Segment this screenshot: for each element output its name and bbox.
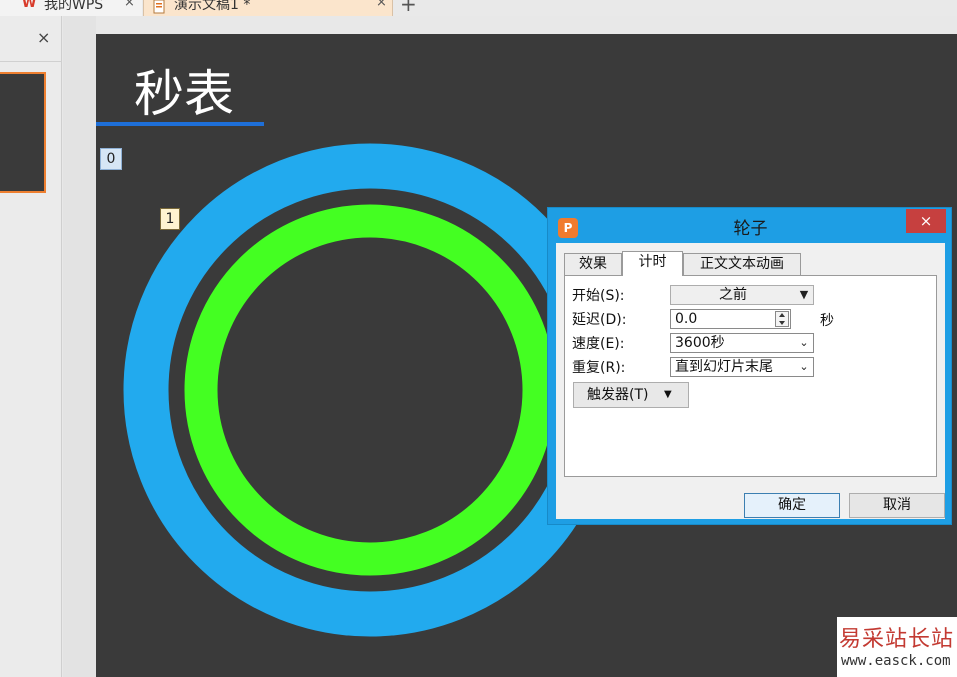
tab-my-wps[interactable]: W 我的WPS × (0, 0, 142, 16)
speed-label: 速度(E): (572, 336, 625, 352)
dialog-close-button[interactable]: × (906, 209, 946, 233)
delay-input[interactable]: 0.0 (670, 309, 791, 329)
start-label: 开始(S): (572, 288, 625, 304)
speed-value: 3600秒 (675, 335, 725, 351)
repeat-label: 重复(R): (572, 360, 626, 376)
chevron-down-icon: ⌄ (799, 336, 809, 349)
animation-order-tag[interactable]: 0 (100, 148, 122, 170)
dropdown-arrow-icon: ▼ (799, 288, 809, 301)
tab-label: 我的WPS (44, 0, 104, 13)
tab-effect[interactable]: 效果 (564, 253, 622, 275)
repeat-select[interactable]: 直到幻灯片末尾 ⌄ (670, 357, 814, 377)
caret-down-icon: ▼ (664, 389, 672, 400)
spinner-arrows-icon[interactable] (775, 311, 789, 327)
close-pane-icon[interactable]: × (37, 28, 50, 47)
start-select[interactable]: 之前 ▼ (670, 285, 814, 305)
tab-text-animation[interactable]: 正文文本动画 (683, 253, 801, 275)
watermark-text: 易采站长站 (839, 627, 955, 652)
dialog-body: 效果 计时 正文文本动画 开始(S): 之前 ▼ 延迟(D): 0.0 秒 速度… (556, 243, 945, 519)
timing-panel: 开始(S): 之前 ▼ 延迟(D): 0.0 秒 速度(E): 3600秒 ⌄ … (564, 275, 937, 477)
delay-unit: 秒 (820, 313, 834, 329)
close-icon[interactable]: × (124, 0, 135, 10)
chevron-down-icon: ⌄ (799, 360, 809, 373)
tab-bar: W 我的WPS × 演示文稿1 * × + (0, 0, 957, 16)
tab-presentation[interactable]: 演示文稿1 * × (143, 0, 393, 16)
delay-value: 0.0 (675, 311, 698, 327)
animation-dialog: 轮子 P × 效果 计时 正文文本动画 开始(S): 之前 ▼ 延迟(D): 0… (547, 207, 952, 525)
presentation-file-icon (153, 0, 165, 14)
inner-ring-wheel[interactable] (184, 204, 556, 576)
speed-select[interactable]: 3600秒 ⌄ (670, 333, 814, 353)
repeat-value: 直到幻灯片末尾 (675, 359, 773, 375)
animation-order-tag[interactable]: 1 (160, 208, 180, 230)
title-underline (96, 122, 264, 126)
watermark-url: www.easck.com (841, 653, 951, 669)
watermark: 易采站长站 www.easck.com (837, 617, 957, 677)
tab-label: 演示文稿1 * (174, 0, 251, 13)
cancel-button[interactable]: 取消 (849, 493, 945, 518)
pane-splitter (63, 16, 96, 677)
wps-presentation-icon: P (558, 218, 578, 238)
wps-logo-icon: W (22, 0, 37, 11)
new-tab-button[interactable]: + (400, 0, 417, 16)
divider (0, 61, 62, 62)
ok-button[interactable]: 确定 (744, 493, 840, 518)
tab-timing[interactable]: 计时 (622, 251, 683, 276)
slide-thumbnail-pane: × (0, 16, 62, 677)
slide-thumbnail[interactable] (0, 72, 46, 193)
delay-label: 延迟(D): (572, 312, 627, 328)
start-value: 之前 (719, 287, 747, 303)
trigger-label: 触发器(T) (587, 387, 649, 403)
close-icon[interactable]: × (376, 0, 387, 10)
dialog-title: 轮子 (733, 219, 768, 239)
trigger-button[interactable]: 触发器(T) ▼ (573, 382, 689, 408)
slide-title[interactable]: 秒表 (134, 54, 234, 126)
